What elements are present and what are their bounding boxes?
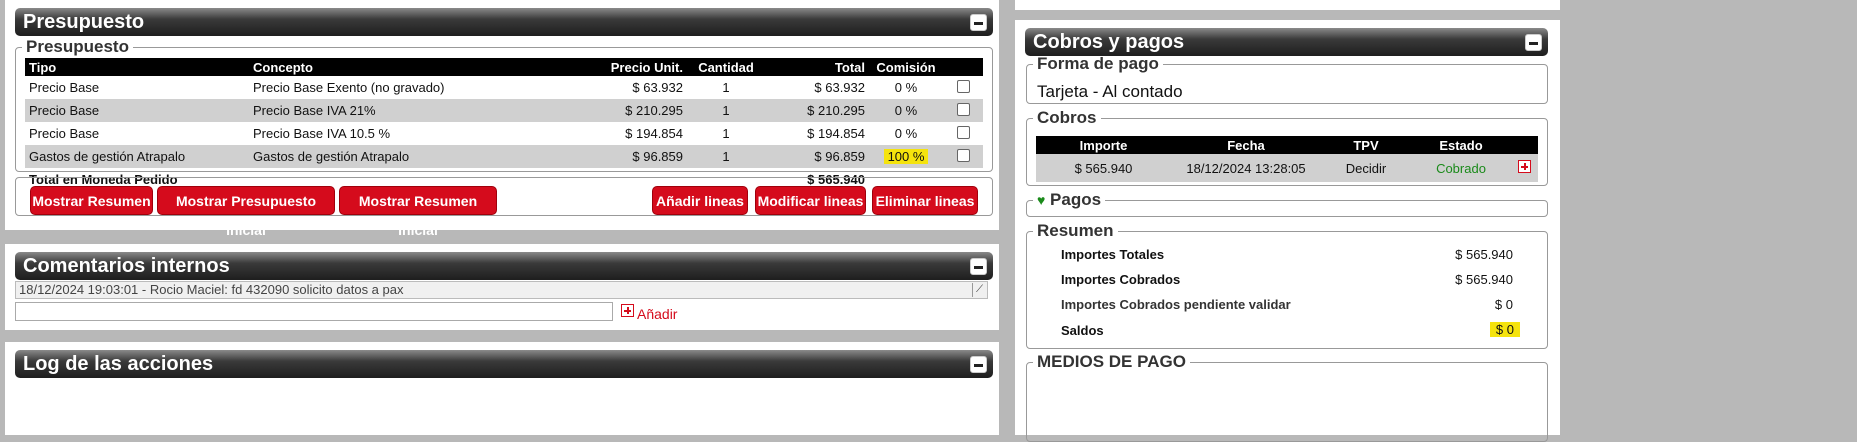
top-strip [1015, 0, 1560, 10]
comment-entry: 18/12/2024 19:03:01 - Rocio Maciel: fd 4… [19, 282, 404, 297]
anadir-lineas-button[interactable]: Añadir lineas [652, 186, 748, 215]
presupuesto-table: Tipo Concepto Precio Unit. Cantidad Tota… [25, 58, 983, 191]
mostrar-resumen-button[interactable]: Mostrar Resumen [30, 186, 153, 215]
presupuesto-header[interactable]: Presupuesto [15, 8, 993, 36]
cell-tipo: Precio Base [29, 126, 100, 141]
cell-total: $ 96.859 [765, 145, 869, 168]
comentarios-header[interactable]: Comentarios internos [15, 252, 993, 280]
panel-title: Comentarios internos [23, 255, 230, 277]
modificar-lineas-button[interactable]: Modificar lineas [755, 186, 866, 215]
add-comment-link[interactable]: Añadir [637, 306, 677, 322]
row-checkbox[interactable] [956, 79, 970, 93]
collapse-icon[interactable] [1525, 34, 1542, 51]
panel-title: Presupuesto [23, 11, 145, 33]
table-row: Precio Base Precio Base IVA 21% $ 210.29… [25, 99, 983, 122]
cell-cantidad: 1 [687, 145, 765, 168]
log-header[interactable]: Log de las acciones [15, 350, 993, 378]
col-fecha: Fecha [1171, 136, 1321, 154]
cell-cantidad: 1 [687, 99, 765, 122]
cell-precio: $ 194.854 [625, 126, 683, 141]
cell-comision: 0 % [869, 99, 943, 122]
row-checkbox[interactable] [956, 102, 970, 116]
expand-cobro-icon[interactable] [1518, 160, 1531, 173]
cell-cantidad: 1 [722, 80, 730, 95]
col-precio: Precio Unit. [579, 58, 687, 76]
cell-total: $ 63.932 [814, 80, 865, 95]
cell-precio: $ 63.932 [632, 80, 683, 95]
log-panel: Log de las acciones [5, 342, 999, 435]
cell-concepto: Precio Base Exento (no gravado) [253, 80, 445, 95]
cell-comision: 0 % [894, 80, 918, 95]
fieldset-legend: Pagos [1050, 190, 1102, 209]
cell-tipo: Precio Base [29, 80, 100, 95]
row-checkbox[interactable] [956, 125, 970, 139]
cell-comision: 0 % [894, 126, 918, 141]
cell-total: $ 210.295 [765, 99, 869, 122]
table-row: Precio Base Precio Base IVA 10.5 % $ 194… [25, 122, 983, 145]
panel-title: Cobros y pagos [1033, 31, 1185, 53]
cell-total: $ 194.854 [807, 126, 865, 141]
table-row: Gastos de gestión Atrapalo Gastos de ges… [25, 145, 983, 168]
col-comision: Comisión [869, 58, 943, 76]
cell-concepto: Gastos de gestión Atrapalo [249, 145, 579, 168]
medios-fieldset: MEDIOS DE PAGO [1026, 352, 1548, 442]
panel-title: Log de las acciones [23, 353, 214, 375]
eliminar-lineas-button[interactable]: Eliminar lineas [872, 186, 978, 215]
collapse-icon[interactable] [970, 356, 987, 373]
cell-precio: $ 96.859 [579, 145, 687, 168]
cell-estado: Cobrado [1411, 154, 1511, 182]
comment-textarea[interactable]: 18/12/2024 19:03:01 - Rocio Maciel: fd 4… [15, 281, 988, 299]
row-checkbox[interactable] [956, 148, 970, 162]
col-tipo: Tipo [25, 58, 249, 76]
cell-concepto: Precio Base IVA 10.5 % [253, 126, 391, 141]
collapse-icon[interactable] [970, 258, 987, 275]
comentarios-panel: Comentarios internos 18/12/2024 19:03:01… [5, 244, 999, 330]
pagos-fieldset: ♥ Pagos [1026, 190, 1548, 217]
resumen-value-cobrados: $ 565.940 [1455, 272, 1513, 287]
cobros-panel: Cobros y pagos Forma de pago Tarjeta - A… [1015, 20, 1560, 442]
resumen-label-totales: Importes Totales [1061, 247, 1165, 262]
cobros-table: Importe Fecha TPV Estado $ 565.940 18/12… [1036, 136, 1538, 182]
resumen-label-pendiente: Importes Cobrados pendiente validar [1061, 297, 1291, 312]
resumen-value-pendiente: $ 0 [1494, 297, 1513, 312]
col-total: Total [765, 58, 869, 76]
fieldset-legend: Cobros [1037, 108, 1097, 127]
cell-fecha: 18/12/2024 13:28:05 [1171, 154, 1321, 182]
cell-precio: $ 210.295 [579, 99, 687, 122]
cell-importe: $ 565.940 [1036, 154, 1171, 182]
comment-input[interactable] [15, 302, 613, 321]
heart-icon: ♥ [1037, 192, 1046, 208]
comision-highlight: 100 % [883, 149, 929, 164]
resumen-value-totales: $ 565.940 [1455, 247, 1513, 262]
resumen-label-cobrados: Importes Cobrados [1061, 272, 1181, 287]
col-estado: Estado [1411, 136, 1511, 154]
cell-cantidad: 1 [722, 126, 730, 141]
add-comment-icon[interactable] [621, 304, 634, 317]
resumen-value-saldos: $ 0 [1489, 322, 1520, 337]
col-concepto: Concepto [249, 58, 579, 76]
cell-tipo: Gastos de gestión Atrapalo [25, 145, 249, 168]
collapse-icon[interactable] [970, 14, 987, 31]
fieldset-legend: Forma de pago [1037, 54, 1159, 73]
col-importe: Importe [1036, 136, 1171, 154]
resumen-label-saldos: Saldos [1061, 323, 1104, 338]
table-row: $ 565.940 18/12/2024 13:28:05 Decidir Co… [1036, 154, 1538, 182]
presupuesto-panel: Presupuesto Presupuesto Tipo Concepto Pr… [5, 0, 999, 238]
col-tpv: TPV [1321, 136, 1411, 154]
resize-handle-icon[interactable]: ⟋ [972, 283, 986, 297]
cell-tpv: Decidir [1321, 154, 1411, 182]
cell-concepto: Precio Base IVA 21% [249, 99, 579, 122]
fieldset-legend: Resumen [1037, 221, 1114, 240]
fieldset-legend: MEDIOS DE PAGO [1037, 352, 1186, 371]
col-cantidad: Cantidad [687, 58, 765, 76]
fieldset-legend: Presupuesto [26, 37, 129, 56]
table-row: Precio Base Precio Base Exento (no grava… [25, 76, 983, 99]
col-check [943, 58, 983, 76]
mostrar-presupuesto-inicial-button[interactable]: Mostrar Presupuesto Inicial [157, 186, 335, 238]
mostrar-resumen-inicial-button[interactable]: Mostrar Resumen Inicial [339, 186, 497, 238]
cell-tipo: Precio Base [25, 99, 249, 122]
cobros-header[interactable]: Cobros y pagos [1025, 28, 1548, 56]
forma-pago-value: Tarjeta - Al contado [1037, 82, 1183, 101]
